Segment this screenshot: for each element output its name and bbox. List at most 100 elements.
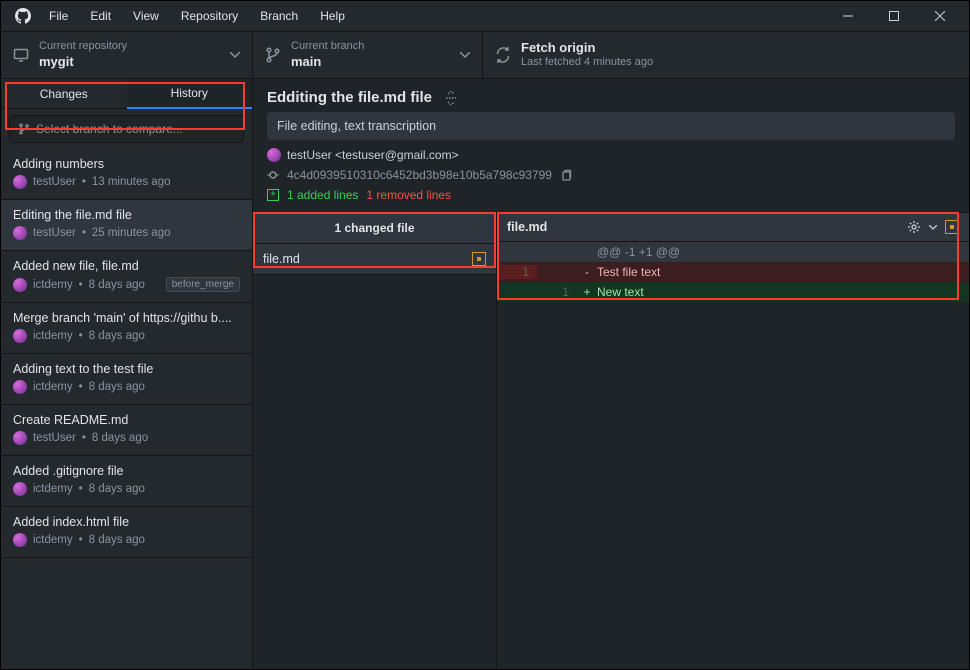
diff-settings-button[interactable] [907,220,921,234]
commit-row-author: testUser [33,176,76,188]
commit-detail: Edditing the file.md file File editing, … [253,79,969,669]
git-branch-icon [265,47,281,63]
fetch-origin-button[interactable]: Fetch origin Last fetched 4 minutes ago [483,32,969,78]
commit-row-time: 8 days ago [89,330,145,342]
menu-edit[interactable]: Edit [80,5,121,27]
avatar [267,148,281,162]
commit-sha: 4c4d0939510310c6452bd3b98e10b5a798c93799 [287,168,552,182]
commit-row-author: ictdemy [33,483,73,495]
chevron-down-icon[interactable] [929,225,937,230]
git-branch-icon [18,123,30,135]
branch-switcher[interactable]: Current branch main [253,32,483,78]
window-controls [827,2,961,30]
menu-view[interactable]: View [123,5,169,27]
commit-row-author: testUser [33,227,76,239]
commit-row-time: 8 days ago [92,432,148,444]
expand-icon[interactable] [444,91,458,105]
modified-icon [472,252,486,266]
commit-row-title: Adding numbers [13,157,240,171]
commit-row[interactable]: Merge branch 'main' of https://githu b..… [1,303,252,354]
changed-file-row[interactable]: file.md [253,244,496,275]
menu-repository[interactable]: Repository [171,5,248,27]
window-close-button[interactable] [919,2,961,30]
chevron-down-icon [230,52,240,58]
commit-row-time: 8 days ago [89,279,145,291]
diff-body[interactable]: @@ -1 +1 @@ 1-Test file text 1+New text [497,242,969,669]
diff-file-name: file.md [507,220,899,234]
toolbar: Current repository mygit Current branch … [1,31,969,79]
commit-row-time: 25 minutes ago [92,227,171,239]
added-lines: 1 added lines [287,188,358,202]
chevron-down-icon [460,52,470,58]
commit-row-time: 13 minutes ago [92,176,171,188]
avatar [13,431,27,445]
avatar [13,482,27,496]
avatar [13,226,27,240]
commit-list[interactable]: Adding numbers testUser• 13 minutes ago … [1,149,252,669]
sidebar: Changes History Select branch to compare… [1,79,253,669]
commit-title: Edditing the file.md file [267,89,432,106]
commit-row[interactable]: Create README.md testUser• 8 days ago [1,405,252,456]
commit-description: File editing, text transcription [267,112,955,140]
avatar [13,329,27,343]
commit-row-title: Adding text to the test file [13,362,240,376]
menu-help[interactable]: Help [310,5,355,27]
commit-row[interactable]: Editing the file.md file testUser• 25 mi… [1,200,252,251]
desktop-icon [13,47,29,63]
commit-row[interactable]: Added .gitignore file ictdemy• 8 days ag… [1,456,252,507]
repo-value: mygit [39,54,127,70]
fetch-label: Fetch origin [521,40,653,56]
commit-author: testUser <testuser@gmail.com> [287,148,459,162]
commit-row-title: Merge branch 'main' of https://githu b..… [13,311,240,325]
changed-files-header: 1 changed file [253,212,496,244]
commit-row-time: 8 days ago [89,381,145,393]
sync-icon [495,47,511,63]
changed-file-name: file.md [263,252,464,266]
branch-label: Current branch [291,40,364,54]
commit-row[interactable]: Adding numbers testUser• 13 minutes ago [1,149,252,200]
commit-row-title: Editing the file.md file [13,208,240,222]
changed-files-pane: 1 changed file file.md [253,212,497,669]
commit-row-time: 8 days ago [89,534,145,546]
menu-branch[interactable]: Branch [250,5,308,27]
branch-value: main [291,54,364,70]
diff-pane: file.md @@ -1 +1 @@ 1-Test file text 1+N… [497,212,969,669]
commit-node-icon [267,169,279,181]
commit-row[interactable]: Adding text to the test file ictdemy• 8 … [1,354,252,405]
fetch-value: Last fetched 4 minutes ago [521,56,653,70]
commit-row[interactable]: Added index.html file ictdemy• 8 days ag… [1,507,252,558]
menu-file[interactable]: File [39,5,78,27]
avatar [13,533,27,547]
avatar [13,380,27,394]
main-area: Changes History Select branch to compare… [1,79,969,669]
avatar [13,175,27,189]
copy-sha-button[interactable] [560,169,572,181]
tab-changes[interactable]: Changes [1,79,127,109]
commit-row-author: ictdemy [33,330,73,342]
menubar: File Edit View Repository Branch Help [1,1,969,31]
commit-row-time: 8 days ago [89,483,145,495]
window-minimize-button[interactable] [827,2,869,30]
compare-branch-select[interactable]: Select branch to compare... [9,115,244,143]
github-logo-icon [15,8,31,24]
window-maximize-button[interactable] [873,2,915,30]
plus-icon: + [267,189,279,201]
repo-label: Current repository [39,40,127,54]
commit-row-title: Added .gitignore file [13,464,240,478]
commit-tag: before_merge [166,277,240,292]
commit-row-author: ictdemy [33,534,73,546]
commit-row-author: ictdemy [33,279,73,291]
commit-row-title: Create README.md [13,413,240,427]
modified-icon [945,220,959,234]
repo-switcher[interactable]: Current repository mygit [1,32,253,78]
commit-row-title: Added new file, file.md [13,259,240,273]
compare-placeholder: Select branch to compare... [36,122,183,136]
sidebar-tabs: Changes History [1,79,252,109]
commit-row-title: Added index.html file [13,515,240,529]
commit-row[interactable]: Added new file, file.md ictdemy• 8 days … [1,251,252,303]
commit-row-author: ictdemy [33,381,73,393]
commit-row-author: testUser [33,432,76,444]
tab-history[interactable]: History [127,79,253,109]
avatar [13,278,27,292]
removed-lines: 1 removed lines [366,188,451,202]
